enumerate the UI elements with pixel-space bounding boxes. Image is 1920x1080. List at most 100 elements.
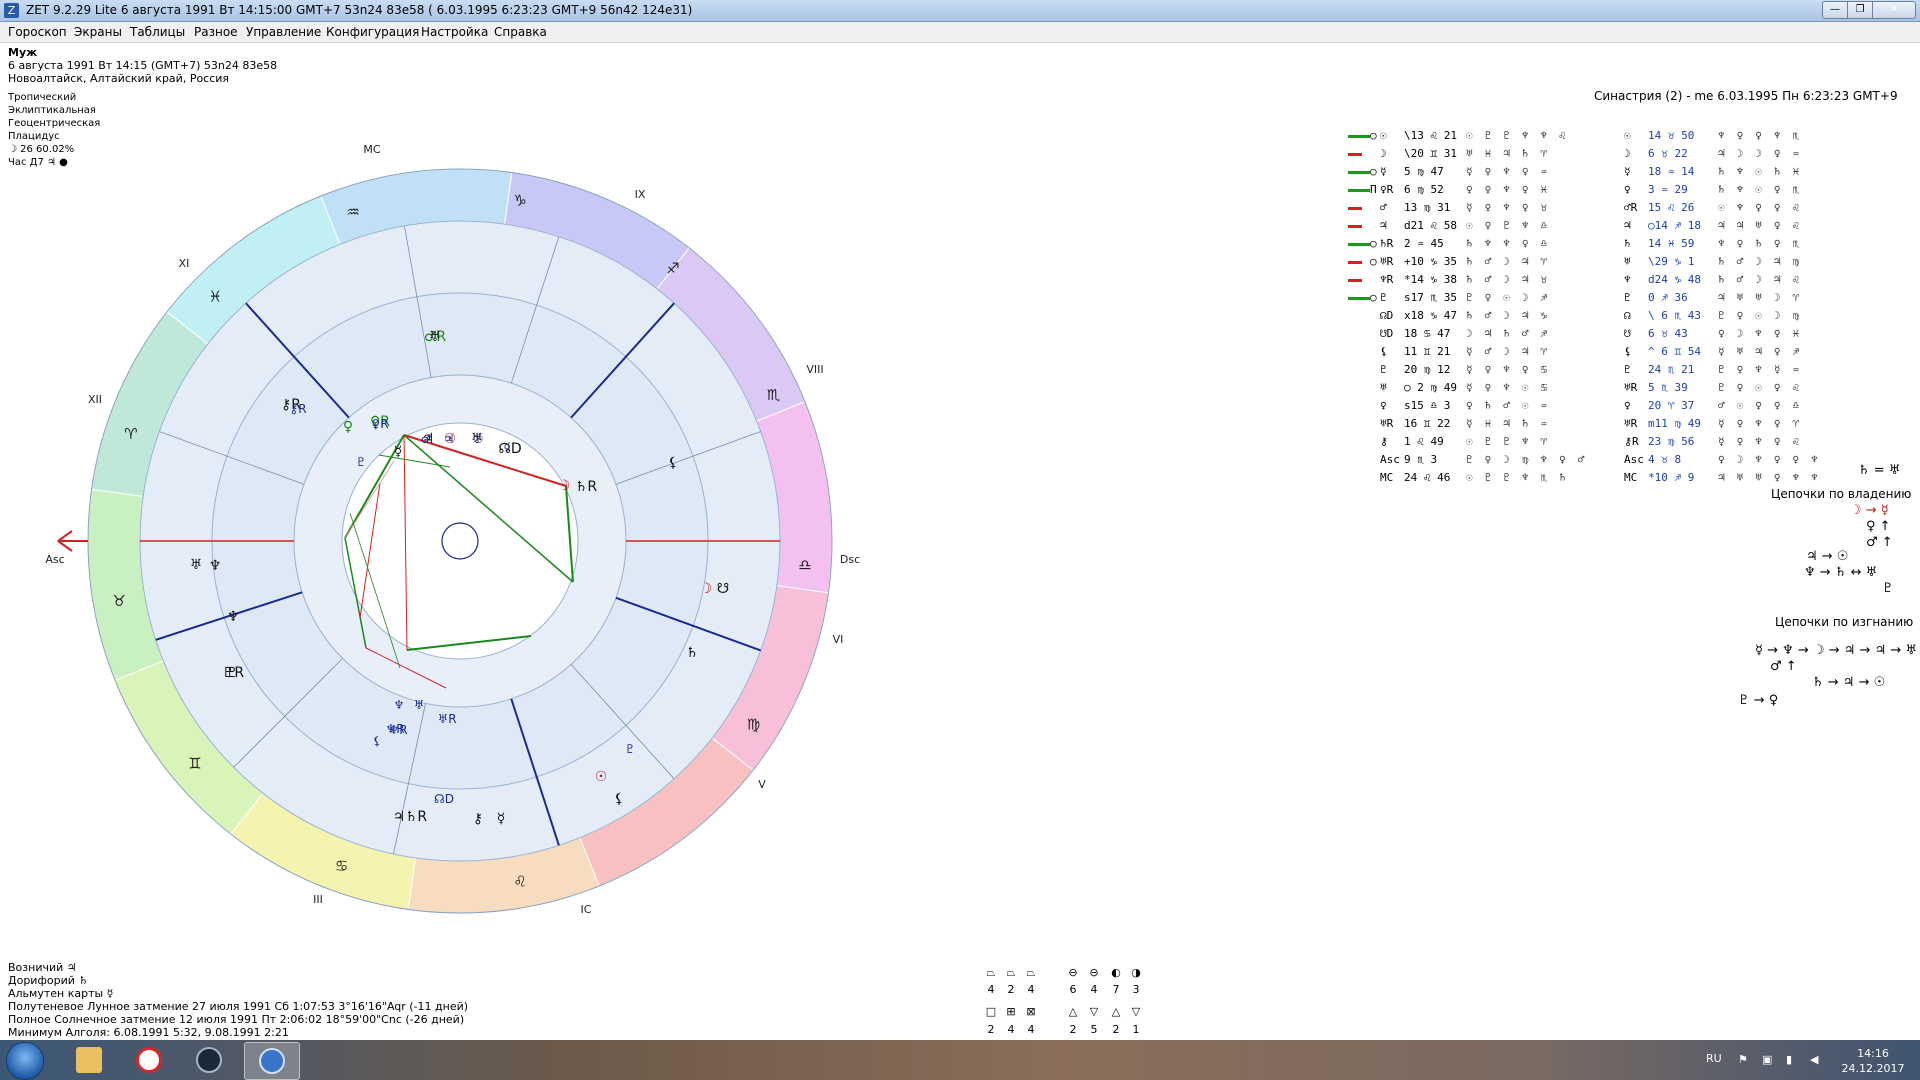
- planet-position-2: m11 ♍ 49: [1648, 417, 1701, 430]
- planet-glyph: ☿: [497, 811, 506, 827]
- taskbar-steam[interactable]: [182, 1042, 236, 1078]
- aspect-row[interactable]: ○ ♇ s17 ♏ 35 ♇♀☉☽♐ ♇ 0 ♐ 36 ♃♅♅☽♈: [1338, 291, 1898, 307]
- minimize-button[interactable]: —: [1822, 1, 1848, 19]
- aspect-row[interactable]: Asc 9 ♏ 3 ♇♀☽♍♆♀♂ Asc 4 ♉ 8 ♀☽♆♀♀♆: [1338, 453, 1898, 469]
- aspect-row[interactable]: ⚷ 1 ♌ 49 ☉♇♇♆♈ ⚷R 23 ♍ 56 ☿♀♆♀♌: [1338, 435, 1898, 451]
- menu-item-screens[interactable]: Экраны: [74, 25, 122, 39]
- aspect-row[interactable]: ⚸ 11 ♊ 21 ☿♂☽♃♈ ⚸ ^ 6 ♊ 54 ☿♅♃♀♐: [1338, 345, 1898, 361]
- planet-position: 9 ♏ 3: [1404, 453, 1438, 466]
- aspect-row[interactable]: ○ ♄R 2 ♒ 45 ♄♆♆♀♎ ♄ 14 ♓ 59 ♆♀♄♀♏: [1338, 237, 1898, 253]
- house-label: V: [758, 778, 766, 791]
- planet-symbol: ♇: [1380, 363, 1387, 376]
- volume-icon[interactable]: ◀: [1810, 1053, 1822, 1066]
- planet-symbol-2: ☊: [1624, 309, 1631, 322]
- element-count: 7: [1112, 983, 1120, 996]
- planet-symbol: ♅: [1380, 381, 1387, 394]
- dignity-glyphs: ♄♂☽♃♈: [1466, 255, 1560, 268]
- network-icon[interactable]: ▮: [1786, 1053, 1798, 1066]
- taskbar-yandex[interactable]: [122, 1042, 176, 1078]
- menu-item-help[interactable]: Справка: [494, 25, 547, 39]
- dignity-glyphs: ☿♀♆♀♒: [1466, 165, 1560, 178]
- planet-glyph: ♀R: [371, 417, 388, 431]
- dignity-glyphs: ☉♇♇♆♏♄: [1466, 471, 1578, 484]
- aspect-row[interactable]: ○ ☿ 5 ♍ 47 ☿♀♆♀♒ ☿ 18 ♒ 14 ♄♆☉♄♓: [1338, 165, 1898, 181]
- menu-item-control[interactable]: Управление: [246, 25, 321, 39]
- planet-glyph: ☿: [394, 444, 403, 460]
- language-indicator[interactable]: RU: [1706, 1052, 1722, 1065]
- start-button[interactable]: [6, 1042, 44, 1080]
- house-label: Asc: [45, 553, 64, 566]
- flag-icon[interactable]: ⚑: [1738, 1053, 1750, 1066]
- menu-item-configuration[interactable]: Конфигурация: [326, 25, 419, 39]
- chart-workspace: Муж 6 августа 1991 Вт 14:15 (GMT+7) 53n2…: [0, 43, 1920, 1040]
- row-marker: Π: [1370, 183, 1377, 196]
- steam-icon: [196, 1047, 222, 1073]
- menu-item-settings[interactable]: Настройка: [421, 25, 488, 39]
- planet-position-2: 6 ♉ 43: [1648, 327, 1688, 340]
- planet-glyph: ☊D: [434, 792, 454, 806]
- aspect-row[interactable]: ♃ d21 ♌ 58 ☉♀♇♆♎ ♃ ○14 ♐ 18 ♃♃♅♀♌: [1338, 219, 1898, 235]
- planet-position-2: ○14 ♐ 18: [1648, 219, 1701, 232]
- planet-position: d21 ♌ 58: [1404, 219, 1457, 232]
- dignity-glyphs: ☿♀♆☉♋: [1466, 381, 1560, 394]
- rulership-chain-line: ☽ → ☿: [1850, 503, 1889, 518]
- planet-position: \20 ♊ 31: [1404, 147, 1457, 160]
- planet-glyph: ♇: [625, 742, 636, 756]
- aspect-row[interactable]: ♆R *14 ♑ 38 ♄♂☽♃♉ ♆ d24 ♑ 48 ♄♂☽♃♌: [1338, 273, 1898, 289]
- planet-glyph: ♅: [414, 698, 425, 712]
- horoscope-wheel[interactable]: ♌ ♋ ♊ ♉ ♈ ♓ ♒ ♑ ♐ ♏ ♎ ♍ MC IX VIII Dsc VI V IC III Asc XII XI…: [0, 43, 1000, 1003]
- aspect-row[interactable]: ○ ♅R +10 ♑ 35 ♄♂☽♃♈ ♅ \29 ♑ 1 ♄♂☽♃♍: [1338, 255, 1898, 271]
- quality-count: 4: [1027, 1023, 1035, 1036]
- aspect-row[interactable]: ♅R 16 ♊ 22 ☿♓♃♄♒ ♅R m11 ♍ 49 ☿♀♆♀♈: [1338, 417, 1898, 433]
- aspect-row[interactable]: ♂ 13 ♍ 31 ☿♀♆♀♉ ♂R 15 ♌ 26 ☉♆♀♀♌: [1338, 201, 1898, 217]
- planet-position-2: 14 ♉ 50: [1648, 129, 1695, 142]
- aspect-row[interactable]: Π ♀R 6 ♍ 52 ♀♀♆♀♓ ♀ 3 ♒ 29 ♄♆☉♀♏: [1338, 183, 1898, 199]
- sign-glyph: ♎: [798, 556, 811, 574]
- aspect-strength-bar: [1348, 297, 1370, 300]
- house-label: XI: [179, 257, 190, 270]
- planet-glyph: ⚷: [473, 811, 483, 827]
- planet-glyph: ☋: [717, 581, 729, 597]
- aspect-strength-bar: [1348, 135, 1370, 138]
- aspect-row[interactable]: ☊D x18 ♑ 47 ♄♂☽♃♑ ☊ \ 6 ♏ 43 ♇♀☉☽♍: [1338, 309, 1898, 325]
- aspect-row[interactable]: ♀ s15 ♎ 3 ♀♄♂☉♒ ♀ 20 ♈ 37 ♂☉♀♀♎: [1338, 399, 1898, 415]
- action-center-icon[interactable]: ▣: [1762, 1053, 1774, 1066]
- planet-position: 24 ♌ 46: [1404, 471, 1451, 484]
- aspect-row[interactable]: ♇ 20 ♍ 12 ☿♀♆♀♋ ♇ 24 ♏ 21 ♇♀♆☿♒: [1338, 363, 1898, 379]
- planet-glyph: ♃: [393, 809, 406, 825]
- planet-position-2: 4 ♉ 8: [1648, 453, 1682, 466]
- house-label: IX: [635, 188, 646, 201]
- maximize-button[interactable]: ❐: [1847, 1, 1873, 19]
- quality-symbol: ⊠: [1026, 1005, 1036, 1018]
- quality-count: 2: [987, 1023, 995, 1036]
- aspect-row[interactable]: ☋D 18 ♋ 47 ☽♃♄♂♐ ☋ 6 ♉ 43 ♀☽♆♀♓: [1338, 327, 1898, 343]
- close-button[interactable]: ✕: [1872, 1, 1916, 19]
- app-icon[interactable]: Z: [4, 3, 19, 18]
- aspect-row[interactable]: ♅ ○ 2 ♍ 49 ☿♀♆☉♋ ♅R 5 ♏ 39 ♇♀☉♀♌: [1338, 381, 1898, 397]
- quality-count: 2: [1069, 1023, 1077, 1036]
- taskbar-explorer[interactable]: [62, 1042, 116, 1078]
- element-symbol: ◑: [1131, 966, 1141, 979]
- menu-item-misc[interactable]: Разное: [194, 25, 238, 39]
- aspect-row[interactable]: ○ ☉ \13 ♌ 21 ☉♇♇♆♆♌ ☉ 14 ♉ 50 ♆♀♀♆♏: [1338, 129, 1898, 145]
- aspect-row[interactable]: ☽ \20 ♊ 31 ♅♓♃♄♈ ☽ 6 ♉ 22 ♃☽☽♀♒: [1338, 147, 1898, 163]
- dignity-glyphs: ♇♀☽♍♆♀♂: [1466, 453, 1597, 466]
- aspect-row[interactable]: MC 24 ♌ 46 ☉♇♇♆♏♄ MC *10 ♐ 9 ♃♅♅♀♆♆: [1338, 471, 1898, 487]
- planet-position-2: \29 ♑ 1: [1648, 255, 1695, 268]
- dignity-glyphs-2: ☿♀♆♀♈: [1718, 417, 1812, 430]
- planet-position: 20 ♍ 12: [1404, 363, 1451, 376]
- taskbar: [0, 1040, 1920, 1080]
- window-title: ZET 9.2.29 Lite 6 августа 1991 Вт 14:15:…: [26, 3, 693, 17]
- menu-item-tables[interactable]: Таблицы: [130, 25, 185, 39]
- taskbar-zet[interactable]: [244, 1042, 300, 1080]
- planet-symbol: ♂: [1380, 201, 1387, 214]
- menu-item-horoscope[interactable]: Гороскоп: [8, 25, 67, 39]
- tray-clock[interactable]: 14:16 24.12.2017: [1838, 1046, 1908, 1076]
- dignity-glyphs: ♄♆♆♀♎: [1466, 237, 1560, 250]
- planet-symbol: ♅R: [1380, 417, 1394, 430]
- planet-symbol-2: ☉: [1624, 129, 1631, 142]
- planet-position: ○ 2 ♍ 49: [1404, 381, 1457, 394]
- sign-glyph: ♑: [513, 191, 526, 209]
- dignity-glyphs-2: ♀☽♆♀♀♆: [1718, 453, 1830, 466]
- sign-glyph: ♒: [346, 203, 359, 221]
